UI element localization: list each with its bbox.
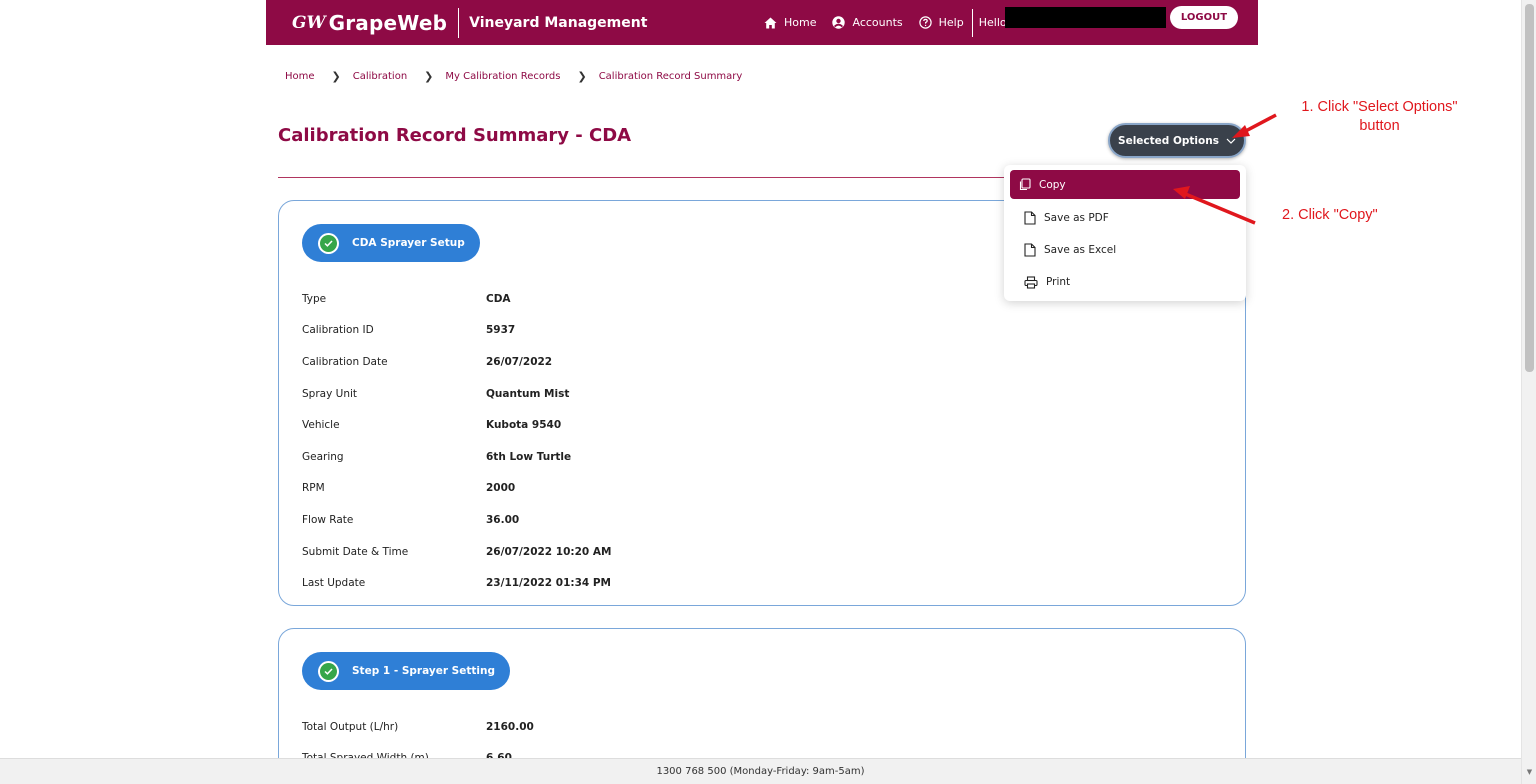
- annotation-arrows: [1173, 113, 1277, 225]
- scrollbar-thumb[interactable]: [1525, 4, 1534, 372]
- arrow-icon: [1173, 186, 1256, 225]
- footer: 1300 768 500 (Monday-Friday: 9am-5am): [0, 758, 1521, 784]
- footer-phone: 1300 768 500 (Monday-Friday: 9am-5am): [656, 766, 865, 777]
- page: GW GrapeWeb Vineyard Management Home Acc…: [0, 0, 1536, 784]
- arrow-icon: [1232, 113, 1277, 138]
- scroll-down-icon[interactable]: ▼: [1525, 768, 1534, 776]
- page-scrollbar[interactable]: ▼: [1521, 0, 1536, 784]
